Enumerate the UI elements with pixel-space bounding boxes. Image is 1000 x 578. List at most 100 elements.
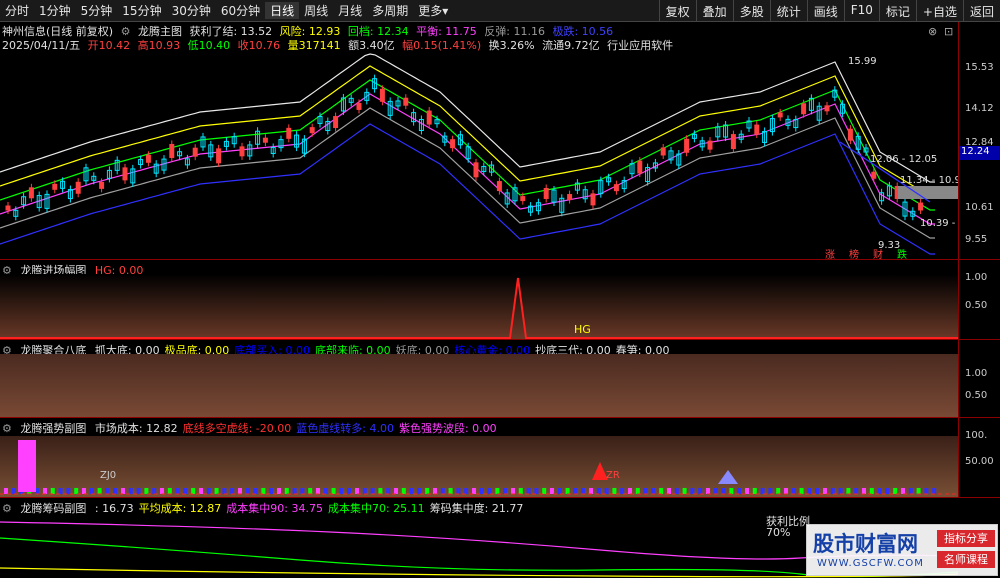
toolbar-button[interactable]: F10 [843, 0, 879, 22]
toolbar-button[interactable]: +自选 [915, 0, 963, 22]
signal-bar [214, 488, 219, 494]
signal-bar [401, 488, 406, 494]
axis-tick: 1.00 [965, 272, 988, 283]
candle-body [824, 105, 830, 112]
main-price-chart[interactable]: 15.9912.06 - 12.0511.34 - 10.910.39 -9.3… [0, 52, 958, 260]
signal-bar [316, 488, 320, 494]
toolbar-button[interactable]: 叠加 [695, 0, 733, 22]
signal-bar [854, 488, 859, 494]
candle-body [590, 193, 596, 206]
period-tab[interactable]: 多周期 [367, 2, 413, 19]
period-tab[interactable]: 日线 [265, 2, 300, 19]
period-tab[interactable]: 周线 [299, 2, 333, 19]
candle-body [426, 110, 432, 125]
main-price-axis: 15.53 14.12 12.84 12.24 10.61 9.55 [958, 22, 1000, 260]
right-toolbar: 复权 叠加 多股 统计 画线 F10 标记 +自选 返回 [658, 0, 1000, 22]
signal-bar [526, 488, 531, 494]
signal-bar [674, 488, 679, 494]
signal-bar [456, 488, 461, 494]
quote-high: 高10.93 [137, 39, 181, 52]
candle-body [801, 103, 807, 115]
signal-bar [932, 488, 937, 494]
signal-bar [589, 488, 593, 494]
signal-bar [495, 488, 500, 494]
candle-body [567, 194, 573, 201]
candle-body [122, 167, 128, 181]
toolbar-button[interactable]: 多股 [732, 0, 770, 22]
candle-body [333, 116, 339, 129]
period-tab[interactable]: 60分钟 [216, 2, 265, 19]
panel-background [0, 354, 958, 418]
panel-close-icon[interactable]: ⊗ [928, 25, 937, 38]
watermark-title: 股市财富网 [813, 531, 918, 556]
signal-bar [542, 488, 547, 494]
toolbar-button[interactable]: 标记 [878, 0, 916, 22]
signal-bar [300, 488, 305, 494]
quote-turnover: 换3.26% [488, 39, 535, 52]
quote-industry[interactable]: 行业应用软件 [607, 39, 673, 52]
panel3-chart[interactable] [0, 418, 958, 498]
signal-bar [394, 488, 398, 494]
toolbar-button[interactable]: 统计 [769, 0, 807, 22]
period-tab[interactable]: 更多▾ [413, 2, 453, 19]
signal-bar [199, 488, 203, 494]
signal-bar [799, 488, 804, 494]
panel2-chart[interactable] [0, 340, 958, 418]
quote-low: 低10.40 [187, 39, 231, 52]
signal-bar [284, 488, 289, 494]
signal-bar [378, 488, 383, 494]
signal-bar [11, 488, 16, 494]
signal-bar [370, 488, 375, 494]
signal-bar [323, 488, 328, 494]
highlight-box [898, 186, 958, 199]
panel-menu-icon[interactable]: ⊡ [944, 25, 953, 38]
last-price-label: 10.39 - [920, 218, 956, 229]
signal-bar [534, 488, 539, 494]
signal-bar [50, 488, 55, 494]
signal-bar [43, 488, 47, 494]
signal-bar [698, 488, 703, 494]
signal-bar [230, 488, 235, 494]
signal-bar [74, 488, 79, 494]
signal-bar [604, 488, 609, 494]
quote-amplitude: 幅0.15(1.41%) [402, 39, 482, 52]
candle-body [730, 134, 736, 150]
signal-bar [924, 488, 929, 494]
candle-body [52, 183, 58, 190]
toolbar-button[interactable]: 复权 [658, 0, 696, 22]
period-tab[interactable]: 1分钟 [34, 2, 76, 19]
signal-bar [464, 488, 469, 494]
signal-bar [433, 488, 437, 494]
site-watermark: 股市财富网 WWW.GSCFW.COM 指标分享 名师课程 [806, 524, 998, 576]
signal-bar [651, 488, 656, 494]
signal-bar [152, 488, 157, 494]
toolbar-button[interactable]: 返回 [962, 0, 1000, 22]
signal-bar [339, 488, 344, 494]
period-tab[interactable]: 分时 [0, 2, 34, 19]
signal-bar [128, 488, 133, 494]
candle-body [613, 184, 619, 192]
panel1-axis: 1.00 0.50 [958, 260, 1000, 340]
signal-bar [612, 488, 617, 494]
candle-body [754, 124, 760, 135]
candle-body [543, 187, 549, 199]
period-tab[interactable]: 5分钟 [76, 2, 118, 19]
candle-body [356, 102, 362, 110]
signal-bar [752, 488, 757, 494]
signal-bar [745, 488, 749, 494]
signal-bar [830, 488, 835, 494]
toolbar-button[interactable]: 画线 [806, 0, 844, 22]
signal-bar [682, 488, 687, 494]
signal-bar [573, 488, 578, 494]
panel1-chart[interactable] [0, 260, 958, 340]
period-tab[interactable]: 15分钟 [117, 2, 166, 19]
signal-bar [245, 488, 250, 494]
signal-bar [760, 488, 765, 494]
watermark-url: WWW.GSCFW.COM [817, 558, 924, 569]
period-tab[interactable]: 月线 [333, 2, 367, 19]
signal-bar [823, 488, 827, 494]
signal-bar [503, 488, 508, 494]
candle-body [145, 154, 151, 163]
period-tab[interactable]: 30分钟 [167, 2, 216, 19]
signal-bar [355, 488, 359, 494]
